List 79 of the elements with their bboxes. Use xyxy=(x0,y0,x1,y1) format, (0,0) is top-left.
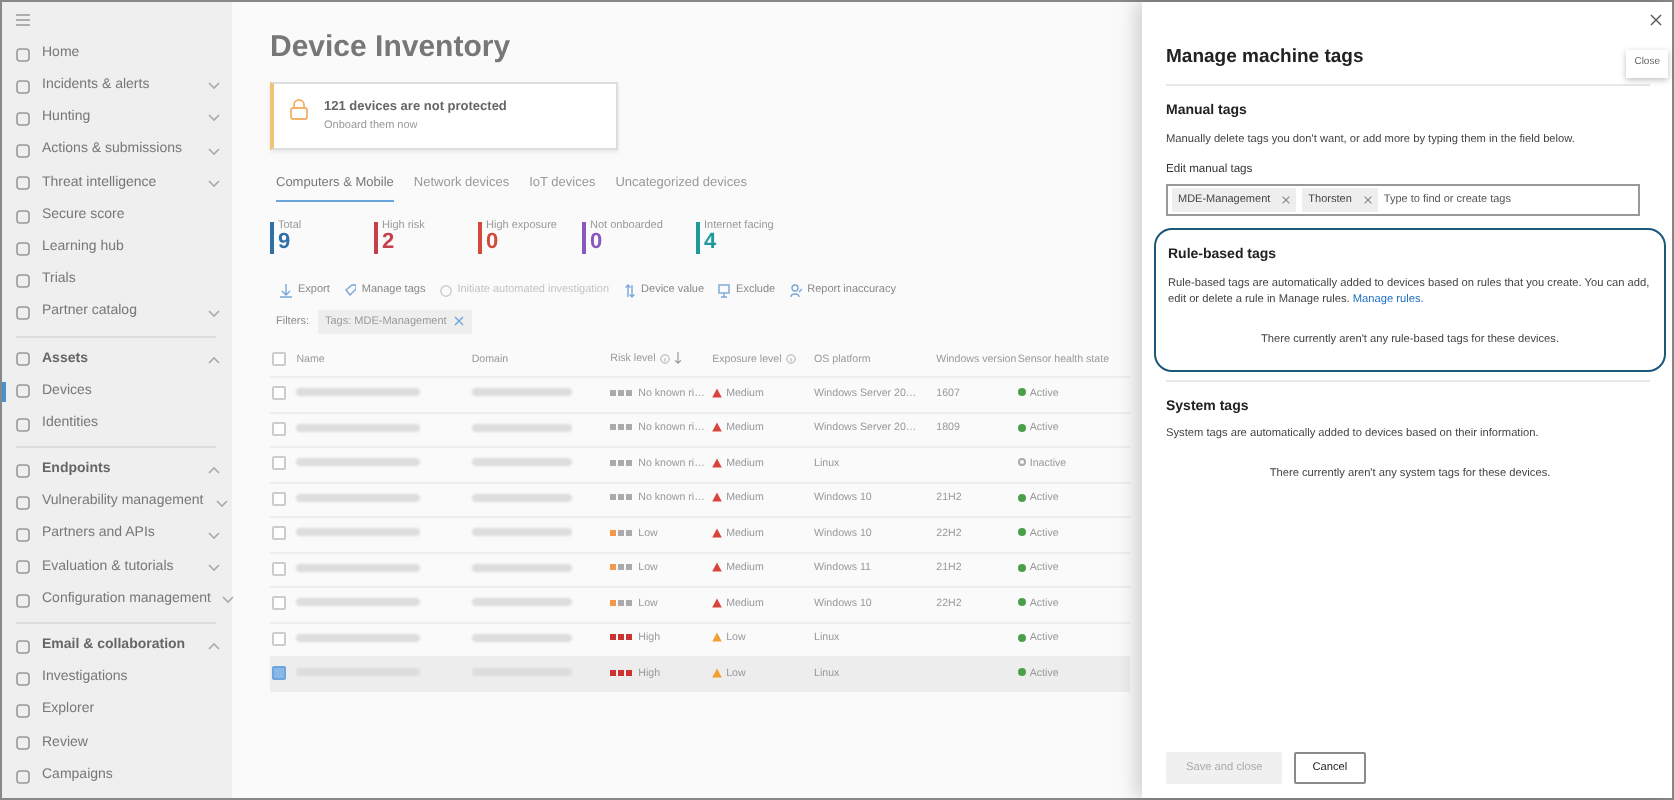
nav-item-icon xyxy=(16,111,30,126)
chevron-icon xyxy=(215,499,228,508)
nav-item-icon xyxy=(16,273,30,288)
sort-arrows-icon xyxy=(623,283,636,298)
chevron-icon xyxy=(208,147,220,156)
chevron-icon xyxy=(208,642,220,651)
chevron-icon xyxy=(208,82,220,91)
blurred-text xyxy=(471,423,572,432)
blurred-text xyxy=(471,493,572,502)
checkbox[interactable] xyxy=(272,456,286,471)
chevron-icon xyxy=(208,466,220,475)
stat-value: 0 xyxy=(486,232,499,255)
blurred-text xyxy=(471,458,572,467)
checkbox[interactable] xyxy=(272,561,286,576)
tag-icon xyxy=(343,283,356,298)
checkbox[interactable] xyxy=(272,491,286,506)
nav-item-icon xyxy=(16,528,30,543)
blurred-text xyxy=(471,563,572,572)
chevron-icon xyxy=(208,531,220,540)
nav-item-icon xyxy=(16,593,30,608)
checkbox[interactable] xyxy=(272,631,286,646)
checkbox[interactable] xyxy=(272,526,286,541)
menu-icon[interactable] xyxy=(16,14,30,26)
chevron-icon xyxy=(208,309,220,318)
stat-value: 4 xyxy=(704,232,719,255)
nav-item-icon xyxy=(16,417,30,432)
close-icon[interactable] xyxy=(1363,195,1372,204)
blurred-text xyxy=(296,528,421,537)
blurred-text xyxy=(296,458,421,467)
blurred-text xyxy=(296,423,421,432)
close-icon[interactable] xyxy=(454,316,465,327)
person-icon xyxy=(789,283,802,298)
blurred-text xyxy=(296,388,421,397)
close-button[interactable] xyxy=(1648,12,1664,28)
nav-item-icon xyxy=(16,79,30,94)
nav-item-icon xyxy=(16,560,30,575)
nav-item-icon xyxy=(16,306,30,321)
nav-item-icon xyxy=(16,704,30,719)
checkbox[interactable] xyxy=(272,352,286,367)
chevron-icon xyxy=(208,114,220,123)
nav-item-icon xyxy=(16,352,30,367)
checkbox[interactable] xyxy=(272,596,286,611)
checkbox[interactable] xyxy=(272,666,286,681)
nav-item-icon xyxy=(16,496,30,511)
download-arrow-icon xyxy=(280,283,292,298)
nav-item-icon xyxy=(16,241,30,256)
chevron-icon xyxy=(208,355,220,364)
nav-item-icon xyxy=(16,384,30,399)
blurred-text xyxy=(471,388,572,397)
nav-item-icon xyxy=(16,463,30,478)
monitor-icon xyxy=(718,283,731,298)
nav-item-icon xyxy=(16,144,30,159)
close-icon xyxy=(1650,14,1662,26)
blurred-text xyxy=(296,598,421,607)
nav-item-icon xyxy=(16,47,30,62)
blurred-text xyxy=(296,563,421,572)
chevron-icon xyxy=(208,563,220,572)
nav-item-icon xyxy=(16,209,30,224)
chevron-icon xyxy=(208,179,220,188)
circle-icon xyxy=(439,283,452,298)
stat-value: 2 xyxy=(382,232,395,255)
stat-value: 0 xyxy=(590,232,605,255)
nav-item-icon xyxy=(16,769,30,784)
padlock-icon xyxy=(290,98,308,120)
blurred-text xyxy=(471,633,572,642)
chevron-icon xyxy=(222,596,235,605)
page-title: Device Inventory xyxy=(270,30,513,66)
checkbox[interactable] xyxy=(272,421,286,436)
nav-item-icon xyxy=(16,639,30,654)
close-icon[interactable] xyxy=(1282,195,1291,204)
stat-value: 9 xyxy=(278,232,293,255)
nav-item-icon xyxy=(16,176,30,191)
blurred-text xyxy=(471,598,572,607)
blurred-text xyxy=(296,493,421,502)
blurred-text xyxy=(471,528,572,537)
checkbox[interactable] xyxy=(272,386,286,401)
nav-item-icon xyxy=(16,671,30,686)
blurred-text xyxy=(296,633,421,642)
nav-item-icon xyxy=(16,736,30,751)
